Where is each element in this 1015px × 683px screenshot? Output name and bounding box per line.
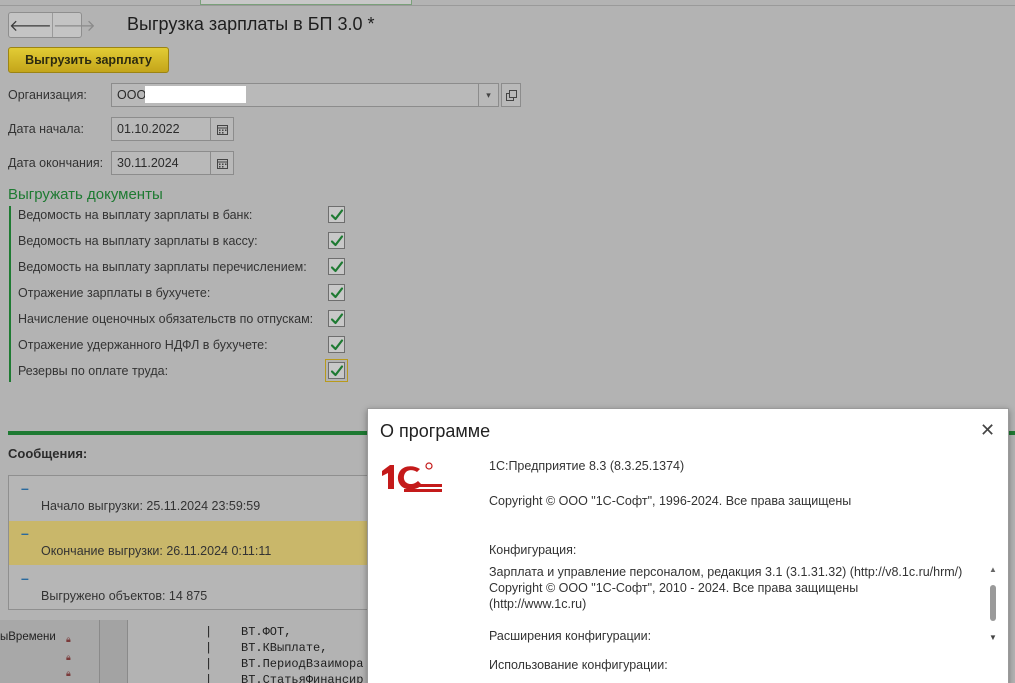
lock-icon: 🔒︎ [66,652,71,662]
document-option-label: Начисление оценочных обязательств по отп… [18,312,314,326]
checkmark-icon [330,364,344,378]
document-option-label: Ведомость на выплату зарплаты в банк: [18,208,253,222]
arrow-right-icon: 🡒 [52,17,96,35]
document-option-checkbox[interactable] [328,310,345,327]
code-line: | ВТ.ФОТ, [205,625,292,639]
message-item[interactable]: – Начало выгрузки: 25.11.2024 23:59:59 [9,476,378,520]
usage-label: Использование конфигурации: [489,658,668,672]
checkmark-icon [330,208,344,222]
checkmark-icon [330,338,344,352]
start-date-label: Дата начала: [8,122,84,136]
code-line: | ВТ.ПериодВзаимора [205,657,364,671]
checkmark-icon [330,312,344,326]
platform-copyright: Copyright © ООО "1С-Софт", 1996-2024. Вс… [489,494,852,508]
export-salary-button[interactable]: Выгрузить зарплату [8,47,169,73]
document-option-checkbox[interactable] [325,359,348,382]
end-date-field[interactable]: 30.11.2024 [111,151,211,175]
messages-title: Сообщения: [8,446,88,461]
start-date-value: 01.10.2022 [117,122,180,136]
dropdown-button[interactable]: ▾ [478,84,498,106]
open-organization-button[interactable] [501,83,521,107]
checkmark-icon [330,286,344,300]
background-tree-item: ыВремени [0,631,56,643]
about-dialog-title: О программе [380,421,491,441]
open-window-icon [505,89,517,101]
document-option-label: Резервы по оплате труда: [18,364,169,378]
document-option-checkbox[interactable] [328,232,345,249]
message-text: Выгружено объектов: 14 875 [41,589,208,603]
background-tree-panel [0,620,100,683]
end-date-calendar-button[interactable] [210,151,234,175]
about-dialog: О программе ✕ 1С:Предприятие 8.3 (8.3.25… [367,408,1009,683]
lock-icon: 🔒︎ [66,668,71,678]
forward-button[interactable]: 🡒 [51,13,96,37]
navigation-buttons: 🡐 🡒 [8,12,96,38]
calendar-icon [216,158,228,169]
end-date-label: Дата окончания: [8,156,104,170]
message-marker: – [21,525,29,541]
message-item[interactable]: – Выгружено объектов: 14 875 [9,566,378,610]
message-marker: – [21,570,29,586]
configuration-label: Конфигурация: [489,543,577,557]
configuration-url[interactable]: (http://www.1c.ru) [489,597,586,611]
document-option-checkbox[interactable] [328,336,345,353]
scroll-down-icon[interactable]: ▼ [989,633,997,642]
document-option-checkbox[interactable] [328,284,345,301]
checkmark-icon [330,234,344,248]
document-option-label: Ведомость на выплату зарплаты в кассу: [18,234,258,248]
start-date-field[interactable]: 01.10.2022 [111,117,211,141]
background-gutter [100,620,128,683]
code-line: | ВТ.КВыплате, [205,641,328,655]
top-tabs-bar [0,0,1015,6]
close-icon[interactable]: ✕ [980,420,995,441]
configuration-name: Зарплата и управление персоналом, редакц… [489,565,963,579]
message-text: Начало выгрузки: 25.11.2024 23:59:59 [41,499,261,513]
start-date-calendar-button[interactable] [210,117,234,141]
1c-logo [382,462,442,492]
checkmark-icon [330,260,344,274]
redacted-organization-name [145,86,246,103]
message-item[interactable]: – Окончание выгрузки: 26.11.2024 0:11:11 [9,521,378,565]
document-option-label: Отражение зарплаты в бухучете: [18,286,211,300]
end-date-value: 30.11.2024 [117,156,179,170]
messages-panel: – Начало выгрузки: 25.11.2024 23:59:59– Ок… [8,475,378,610]
scroll-thumb[interactable] [990,585,996,621]
configuration-copyright: Copyright © ООО "1С-Софт", 2010 - 2024. … [489,581,859,595]
extensions-label: Расширения конфигурации: [489,629,652,643]
organization-label: Организация: [8,88,87,102]
calendar-icon [216,124,228,135]
page-title: Выгрузка зарплаты в БП 3.0 * [127,14,375,34]
message-marker: – [21,480,29,496]
active-tab[interactable] [200,0,412,5]
configuration-scrollbar[interactable]: ▲ ▼ [988,565,998,645]
back-button[interactable]: 🡐 [9,13,52,37]
lock-icon: 🔒︎ [66,634,71,644]
document-option-label: Ведомость на выплату зарплаты перечислен… [18,260,307,274]
message-text: Окончание выгрузки: 26.11.2024 0:11:11 [41,544,272,558]
scroll-up-icon[interactable]: ▲ [989,565,997,574]
document-option-checkbox[interactable] [328,258,345,275]
document-option-label: Отражение удержанного НДФЛ в бухучете: [18,338,268,352]
document-option-checkbox[interactable] [328,206,345,223]
chevron-down-icon: ▾ [486,89,491,100]
platform-version: 1С:Предприятие 8.3 (8.3.25.1374) [489,459,685,473]
documents-group-title: Выгружать документы [8,186,163,203]
arrow-left-icon: 🡐 [9,17,52,35]
documents-group-bar [9,206,11,382]
organization-value: ООО [117,88,147,102]
code-line: | ВТ.СтатьяФинансир [205,673,364,683]
